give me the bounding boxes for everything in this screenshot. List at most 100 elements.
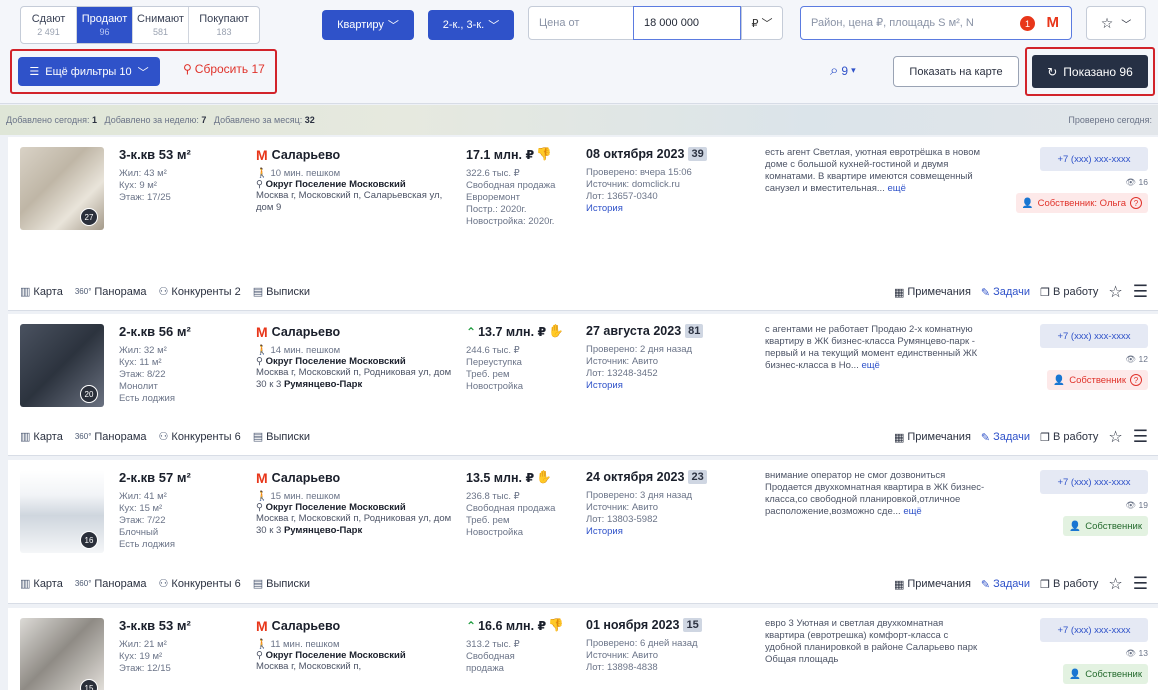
star-icon[interactable]: ☆ [1108,427,1122,447]
shown-results-button[interactable]: ↻ Показано 96 [1032,55,1148,88]
extracts-action[interactable]: ▤ Выписки [253,285,310,299]
to-work-label: В работу [1052,578,1099,590]
extracts-action[interactable]: ▤ Выписки [253,430,310,444]
star-icon[interactable]: ☆ [1108,282,1122,302]
phone-button[interactable]: +7 (xxx) xxx-xxxx [1040,470,1148,494]
listing-floor: Этаж: 17/25 [119,192,171,203]
map-action[interactable]: ▥ Карта [20,430,63,444]
listing-title[interactable]: 3-к.кв 53 м² [119,618,249,633]
person-icon: 👤 [1053,374,1066,386]
tab-buying[interactable]: Покупают 183 [189,7,259,43]
question-icon[interactable]: ? [1130,197,1142,209]
notes-action[interactable]: ▦ Примечания [894,578,971,591]
phone-button[interactable]: +7 (xxx) xxx-xxxx [1040,618,1148,642]
views-count: 👁 19 [1125,500,1148,511]
tab-selling[interactable]: Продают 96 [77,7,133,43]
owner-badge[interactable]: 👤 Собственник ? [1047,370,1148,390]
tab-renting[interactable]: Снимают 581 [133,7,189,43]
lot-number: Лот: 13248-3452 [586,368,658,379]
owner-badge[interactable]: 👤 Собственник: Ольга ? [1015,193,1148,213]
panorama-action[interactable]: 360° Панорама [75,431,147,443]
more-link[interactable]: ещё [903,506,921,517]
currency-value: ₽ [751,17,759,30]
listing-title[interactable]: 3-к.кв 53 м² [119,147,249,162]
property-type-dropdown[interactable]: Квартиру ﹀ [322,10,414,40]
eye-icon: 👁 [1125,500,1137,510]
to-work-action[interactable]: ❐ В работу [1040,578,1098,591]
tasks-action[interactable]: ✎ Задачи [981,578,1030,591]
extracts-action[interactable]: ▤ Выписки [253,577,310,591]
more-link[interactable]: ещё [887,183,905,194]
show-on-map-button[interactable]: Показать на карте [893,56,1019,87]
listing-title[interactable]: 2-к.кв 56 м² [119,324,249,339]
search-input[interactable] [811,17,1021,29]
hand-icon[interactable]: ✋ [548,324,564,339]
hand-icon[interactable]: ✋ [536,470,552,485]
listing-actions-left: ▥ Карта 360° Панорама ⚇ Конкуренты 6 ▤ Выпис… [20,430,310,444]
notes-action[interactable]: ▦ Примечания [894,286,971,299]
tab-count: 2 491 [37,27,60,37]
price-from-input[interactable]: Цена от [528,6,634,40]
tasks-label: Задачи [993,431,1031,443]
tasks-action[interactable]: ✎ Задачи [981,431,1030,444]
listing-photo[interactable]: 27 [20,147,104,230]
more-filters-button[interactable]: ☰ Ещё фильтры 10 ﹀ [18,57,160,86]
metro-m-icon[interactable]: M [1047,14,1060,31]
currency-select[interactable]: ₽ ﹀ [741,6,783,40]
panorama-action[interactable]: 360° Панорама [75,286,147,298]
question-icon[interactable]: ? [1130,374,1142,386]
to-work-action[interactable]: ❐ В работу [1040,286,1098,299]
owner-badge[interactable]: 👤 Собственник [1063,664,1148,684]
thumbs-down-icon[interactable]: 👎 [536,147,552,162]
metro-station: Саларьево [271,471,341,485]
listing-floor: Этаж: 12/15 [119,663,171,674]
menu-icon[interactable]: ☰ [1133,282,1148,302]
price-to-input[interactable]: 18 000 000 [633,6,741,40]
listing-walk-time: 🚶 14 мин. пешком [256,345,456,356]
listing-photo[interactable]: 15 [20,618,104,690]
rooms-dropdown[interactable]: 2-к., 3-к. ﹀ [428,10,514,40]
competitors-action[interactable]: ⚇ Конкуренты 6 [159,430,241,444]
search-box[interactable]: 1 M [800,6,1072,40]
owner-badge[interactable]: 👤 Собственник [1063,516,1148,536]
phone-button[interactable]: +7 (xxx) xxx-xxxx [1040,324,1148,348]
to-work-action[interactable]: ❐ В работу [1040,431,1098,444]
favorites-dropdown[interactable]: ☆ ﹀ [1086,6,1146,40]
price-value: 17.1 млн. ₽ [466,148,535,162]
map-action[interactable]: ▥ Карта [20,577,63,591]
history-link[interactable]: История [586,203,756,214]
map-action[interactable]: ▥ Карта [20,285,63,299]
phone-button[interactable]: +7 (xxx) xxx-xxxx [1040,147,1148,171]
listing-photo[interactable]: 16 [20,470,104,553]
source: Источник: domclick.ru [586,179,680,190]
menu-icon[interactable]: ☰ [1133,427,1148,447]
days-badge: 23 [688,470,707,484]
listing-photo[interactable]: 20 [20,324,104,407]
edit-icon: ✎ [980,431,991,444]
owner-text: Собственник [1085,668,1142,680]
panorama-action[interactable]: 360° Панорама [75,578,147,590]
history-link[interactable]: История [586,526,756,537]
history-link[interactable]: История [586,380,756,391]
person-icon: 👤 [1069,668,1082,680]
address-text: Москва г, Московский п, [256,661,362,672]
listing-title[interactable]: 2-к.кв 57 м² [119,470,249,485]
notes-action[interactable]: ▦ Примечания [894,431,971,444]
menu-icon[interactable]: ☰ [1133,574,1148,594]
listing-price: 13.5 млн. ₽ ✋ [466,470,576,485]
metro-m-icon: M [256,324,268,340]
more-link[interactable]: ещё [861,360,879,371]
thumbs-down-icon[interactable]: 👎 [548,618,564,633]
competitors-action[interactable]: ⚇ Конкуренты 2 [159,285,241,299]
source: Источник: Авито [586,356,659,367]
tab-rent-out[interactable]: Сдают 2 491 [21,7,77,43]
star-icon[interactable]: ☆ [1108,574,1122,594]
tasks-action[interactable]: ✎ Задачи [981,286,1030,299]
tab-count: 96 [99,27,110,37]
person-icon: 👤 [1021,197,1034,209]
tab-label: Покупают [199,13,249,25]
saved-search-alerts[interactable]: ⌕ 9 ▾ [830,62,856,79]
chevron-down-icon: ﹀ [761,18,773,30]
reset-button[interactable]: ⚲ Сбросить 17 [183,62,265,76]
competitors-action[interactable]: ⚇ Конкуренты 6 [159,577,241,591]
